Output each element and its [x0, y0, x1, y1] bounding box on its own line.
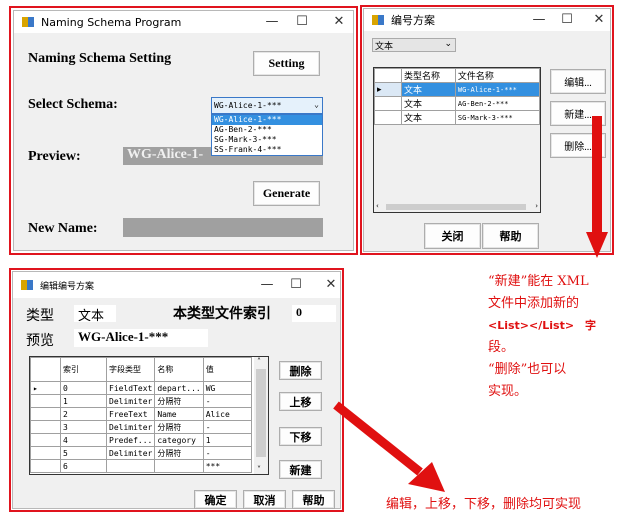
annotation-line: <List></List> 字: [488, 319, 597, 332]
arrow-down: [586, 116, 608, 258]
option[interactable]: AG-Ben-2-***: [212, 125, 322, 135]
schema-dropdown-list: WG-Alice-1-*** AG-Ben-2-*** SG-Mark-3-**…: [211, 114, 323, 156]
annotation-line: 实现。: [488, 384, 528, 399]
annotation-right: “新建”能在 XML 文件中添加新的 <List></List> 字 段。 “删…: [488, 271, 618, 403]
annotation-bottom: 编辑，上移，下移，删除均可实现: [386, 497, 582, 512]
annotation-line: “新建”能在 XML: [488, 274, 589, 289]
annotation-line: 段。: [488, 340, 515, 355]
arrow-diagonal: [333, 401, 445, 492]
option[interactable]: SG-Mark-3-***: [212, 135, 322, 145]
annotation-line: “删除”也可以: [488, 362, 567, 377]
annotation-arrows: [333, 116, 608, 492]
annotation-line: 文件中添加新的: [488, 296, 580, 311]
option[interactable]: WG-Alice-1-***: [212, 115, 322, 125]
option[interactable]: SS-Frank-4-***: [212, 145, 322, 155]
